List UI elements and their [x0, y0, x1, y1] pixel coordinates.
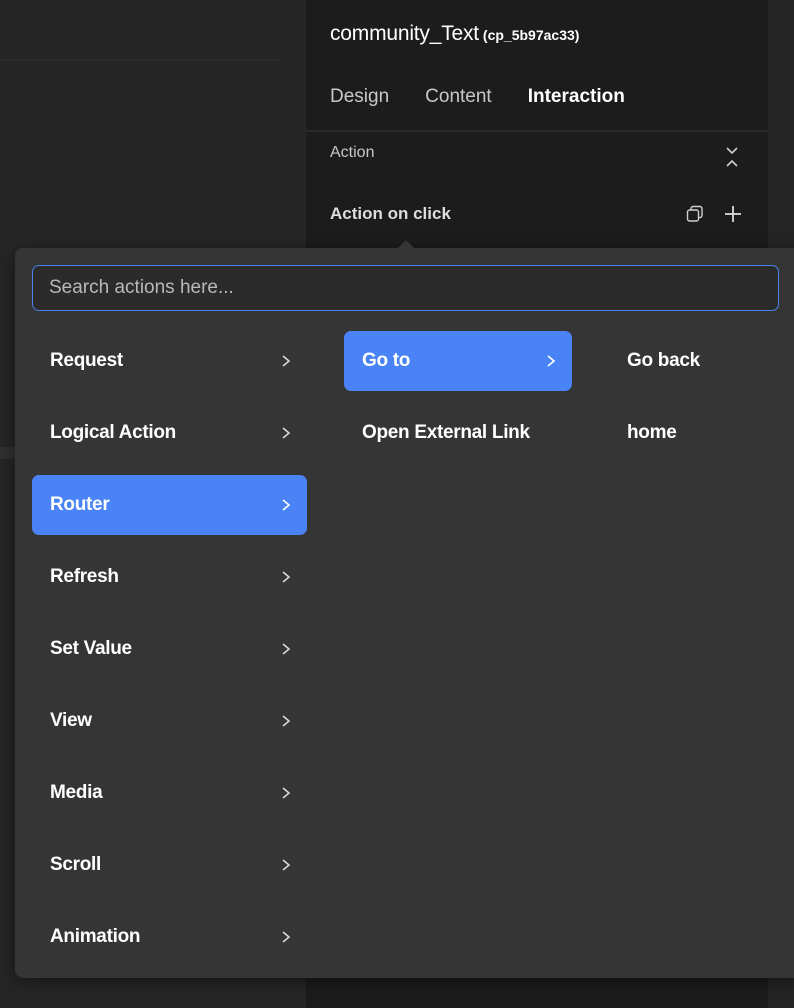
category-label: View [50, 710, 92, 731]
popup-arrow [397, 240, 415, 249]
search-actions-input[interactable] [32, 265, 779, 311]
plus-icon[interactable] [722, 203, 744, 225]
component-id: (cp_5b97ac33) [482, 27, 580, 43]
category-item-scroll[interactable]: Scroll [32, 835, 307, 895]
category-item-view[interactable]: View [32, 691, 307, 751]
chevron-right-icon [282, 571, 291, 583]
chevron-right-icon [282, 643, 291, 655]
collapse-icon[interactable] [722, 144, 742, 170]
tabs-divider [306, 130, 768, 132]
category-item-request[interactable]: Request [32, 331, 307, 391]
category-label: Refresh [50, 566, 119, 587]
router-item-open-external-link[interactable]: Open External Link [344, 403, 572, 463]
category-item-animation[interactable]: Animation [32, 907, 307, 967]
chevron-right-icon [282, 859, 291, 871]
component-title: community_Text (cp_5b97ac33) [330, 22, 579, 46]
category-label: Router [50, 494, 110, 515]
category-label: Animation [50, 926, 141, 947]
category-label: Media [50, 782, 103, 803]
category-item-router[interactable]: Router [32, 475, 307, 535]
chevron-right-icon [282, 427, 291, 439]
category-item-refresh[interactable]: Refresh [32, 547, 307, 607]
router-item-go-to[interactable]: Go to [344, 331, 572, 391]
goto-target-label: Go back [627, 350, 700, 371]
category-item-logical-action[interactable]: Logical Action [32, 403, 307, 463]
section-header-action: Action [330, 144, 375, 161]
category-label: Logical Action [50, 422, 176, 443]
action-category-list: Request Logical Action Router Refresh Se… [32, 331, 307, 979]
router-action-label: Open External Link [362, 422, 530, 443]
panel-tabs: Design Content Interaction [330, 86, 625, 108]
goto-target-list: Go back home [610, 331, 790, 475]
category-label: Set Value [50, 638, 132, 659]
goto-target-label: home [627, 422, 677, 443]
router-action-label: Go to [362, 350, 411, 371]
tab-interaction[interactable]: Interaction [528, 86, 625, 108]
router-action-list: Go to Open External Link [344, 331, 572, 475]
category-label: Request [50, 350, 123, 371]
tab-design[interactable]: Design [330, 86, 389, 108]
copy-icon[interactable] [686, 205, 704, 223]
chevron-right-icon [282, 499, 291, 511]
category-item-set-value[interactable]: Set Value [32, 619, 307, 679]
chevron-right-icon [547, 355, 556, 367]
tab-content[interactable]: Content [425, 86, 492, 108]
chevron-right-icon [282, 931, 291, 943]
chevron-right-icon [282, 355, 291, 367]
chevron-right-icon [282, 787, 291, 799]
category-label: Scroll [50, 854, 101, 875]
category-item-media[interactable]: Media [32, 763, 307, 823]
canvas-divider [0, 59, 280, 61]
action-on-click-label: Action on click [330, 204, 451, 223]
chevron-right-icon [282, 715, 291, 727]
action-picker-popup: Request Logical Action Router Refresh Se… [15, 240, 794, 979]
goto-item-home[interactable]: home [610, 403, 790, 463]
goto-item-go-back[interactable]: Go back [610, 331, 790, 391]
component-name: community_Text [330, 22, 479, 45]
